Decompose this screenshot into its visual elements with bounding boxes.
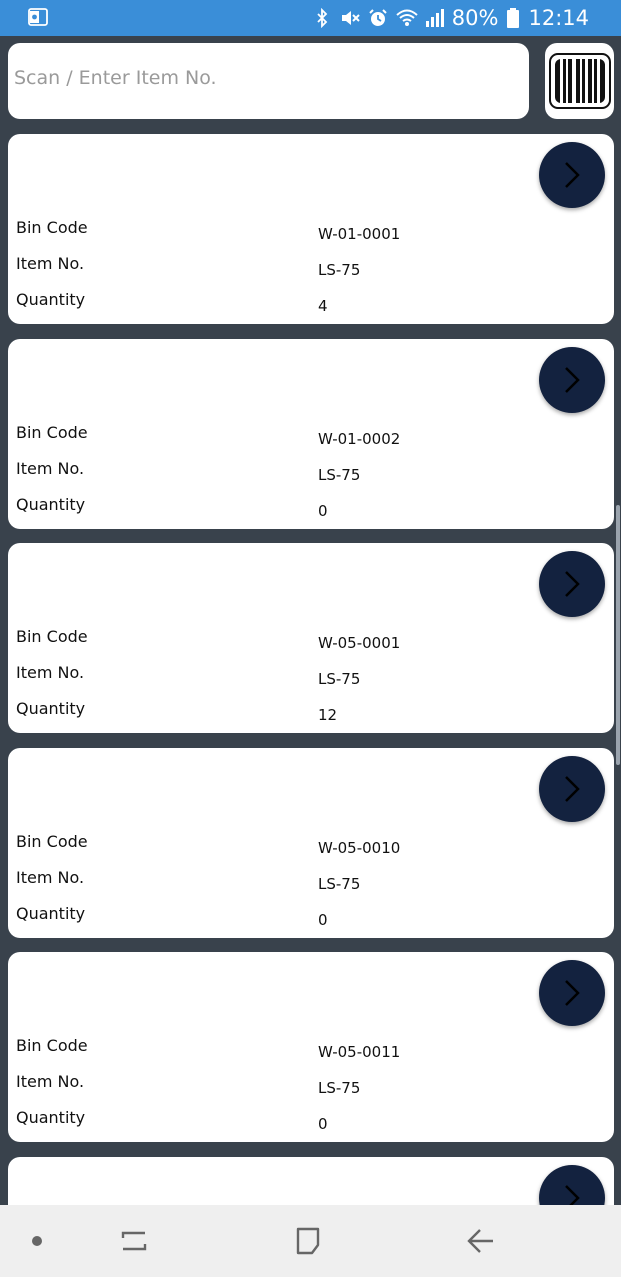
chevron-right-icon <box>565 571 580 597</box>
barcode-icon <box>548 53 611 109</box>
open-bin-button[interactable] <box>539 756 605 822</box>
quantity-value: 0 <box>318 502 328 520</box>
bin-card[interactable]: Bin Code W-05-0011 Item No. LS-75 Quanti… <box>8 952 614 1142</box>
quantity-value: 0 <box>318 1115 328 1133</box>
quantity-label: Quantity <box>16 699 86 718</box>
bin-card[interactable] <box>8 1157 614 1205</box>
item-no-label: Item No. <box>16 254 85 273</box>
scrollbar[interactable] <box>616 505 620 765</box>
bin-card[interactable]: Bin Code W-05-0010 Item No. LS-75 Quanti… <box>8 748 614 938</box>
home-icon[interactable] <box>290 1223 326 1259</box>
outlook-icon <box>28 8 48 26</box>
bin-card[interactable]: Bin Code W-05-0001 Item No. LS-75 Quanti… <box>8 543 614 733</box>
item-no-value: LS-75 <box>318 261 361 279</box>
bluetooth-icon <box>312 7 332 29</box>
item-no-label: Item No. <box>16 663 85 682</box>
chevron-right-icon <box>565 162 580 188</box>
item-no-value: LS-75 <box>318 670 361 688</box>
open-bin-button[interactable] <box>539 551 605 617</box>
bin-card[interactable]: Bin Code W-01-0001 Item No. LS-75 Quanti… <box>8 134 614 324</box>
open-bin-button[interactable] <box>539 142 605 208</box>
quantity-label: Quantity <box>16 1108 86 1127</box>
bin-code-value: W-05-0010 <box>318 839 401 857</box>
wifi-icon <box>396 8 418 28</box>
bin-code-label: Bin Code <box>16 218 88 237</box>
mute-icon <box>340 8 360 28</box>
open-bin-button[interactable] <box>539 347 605 413</box>
recent-apps-icon[interactable] <box>116 1223 152 1259</box>
bin-code-value: W-05-0001 <box>318 634 401 652</box>
bin-code-label: Bin Code <box>16 1036 88 1055</box>
item-no-label: Item No. <box>16 1072 85 1091</box>
item-no-label: Item No. <box>16 868 85 887</box>
navigation-bar <box>0 1205 621 1277</box>
bin-code-value: W-05-0011 <box>318 1043 401 1061</box>
bin-card[interactable]: Bin Code W-01-0002 Item No. LS-75 Quanti… <box>8 339 614 529</box>
chevron-right-icon <box>565 367 580 393</box>
chevron-right-icon <box>565 776 580 802</box>
quantity-value: 4 <box>318 297 328 315</box>
barcode-scan-button[interactable] <box>545 43 614 119</box>
quantity-value: 0 <box>318 911 328 929</box>
dot-icon[interactable] <box>19 1223 55 1259</box>
item-no-label: Item No. <box>16 459 85 478</box>
bin-code-value: W-01-0001 <box>318 225 401 243</box>
alarm-icon <box>368 8 388 28</box>
back-icon[interactable] <box>463 1223 499 1259</box>
signal-icon <box>424 8 444 28</box>
quantity-label: Quantity <box>16 904 86 923</box>
battery-icon <box>506 8 520 28</box>
bin-code-label: Bin Code <box>16 627 88 646</box>
quantity-label: Quantity <box>16 290 86 309</box>
bin-code-label: Bin Code <box>16 832 88 851</box>
item-no-value: LS-75 <box>318 1079 361 1097</box>
open-bin-button[interactable] <box>539 1165 605 1205</box>
status-bar: 80% 12:14 <box>0 0 621 36</box>
item-search-input[interactable] <box>8 43 529 103</box>
item-no-value: LS-75 <box>318 466 361 484</box>
item-no-value: LS-75 <box>318 875 361 893</box>
open-bin-button[interactable] <box>539 960 605 1026</box>
search-box[interactable] <box>8 43 529 119</box>
clock: 12:14 <box>528 6 589 30</box>
bin-code-label: Bin Code <box>16 423 88 442</box>
battery-percent: 80% <box>451 6 499 30</box>
bin-code-value: W-01-0002 <box>318 430 401 448</box>
chevron-right-icon <box>565 1185 580 1205</box>
quantity-label: Quantity <box>16 495 86 514</box>
quantity-value: 12 <box>318 706 338 724</box>
chevron-right-icon <box>565 980 580 1006</box>
